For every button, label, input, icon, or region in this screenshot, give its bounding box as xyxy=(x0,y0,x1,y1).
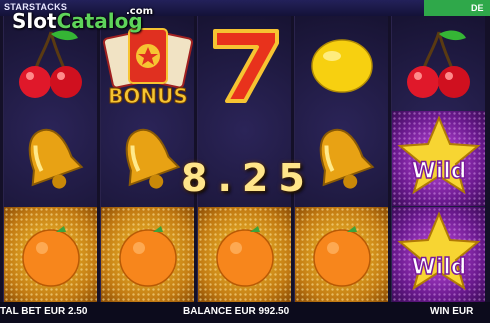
demo-tab[interactable]: DE xyxy=(424,0,490,16)
bell-icon xyxy=(28,128,83,189)
cherry-icon xyxy=(406,30,470,98)
watermark-logo: SlotCatalog .com xyxy=(12,6,154,33)
symbol-orange xyxy=(4,207,97,302)
symbol-seven xyxy=(198,16,291,111)
svg-text:Wild: Wild xyxy=(411,255,466,280)
orange-icon xyxy=(21,225,80,287)
win-amount-display: 8.25 xyxy=(181,156,315,200)
symbol-wild: Wild xyxy=(392,207,485,302)
seven-icon xyxy=(212,28,279,103)
symbol-cherry xyxy=(392,16,485,111)
symbol-orange xyxy=(295,207,388,302)
reel-5: Wild Wild xyxy=(391,16,485,302)
symbol-wild: Wild xyxy=(392,111,485,206)
cherry-icon xyxy=(18,30,82,98)
orange-icon xyxy=(118,225,177,287)
orange-icon xyxy=(312,225,371,287)
reel-1 xyxy=(3,16,97,302)
symbol-orange xyxy=(198,207,291,302)
symbol-lemon xyxy=(295,16,388,111)
symbol-bell xyxy=(4,111,97,206)
win-label: WIN EUR xyxy=(430,306,474,317)
total-bet-label: TAL BET EUR 2.50 xyxy=(0,306,88,317)
svg-text:BONUS: BONUS xyxy=(108,84,188,108)
symbol-orange xyxy=(101,207,194,302)
bell-icon xyxy=(125,128,180,189)
svg-text:Wild: Wild xyxy=(411,159,466,184)
wild-star-icon: Wild xyxy=(396,210,481,290)
balance-label: BALANCE EUR 992.50 xyxy=(183,306,290,317)
bottom-bar: TAL BET EUR 2.50 BALANCE EUR 992.50 WIN … xyxy=(0,302,490,323)
wild-star-icon: Wild xyxy=(396,114,481,194)
lemon-icon xyxy=(310,38,373,93)
reel-area: BONUS Wild Wild 8.25 xyxy=(0,16,490,302)
orange-icon xyxy=(215,225,274,287)
reel-2: BONUS xyxy=(100,16,194,302)
